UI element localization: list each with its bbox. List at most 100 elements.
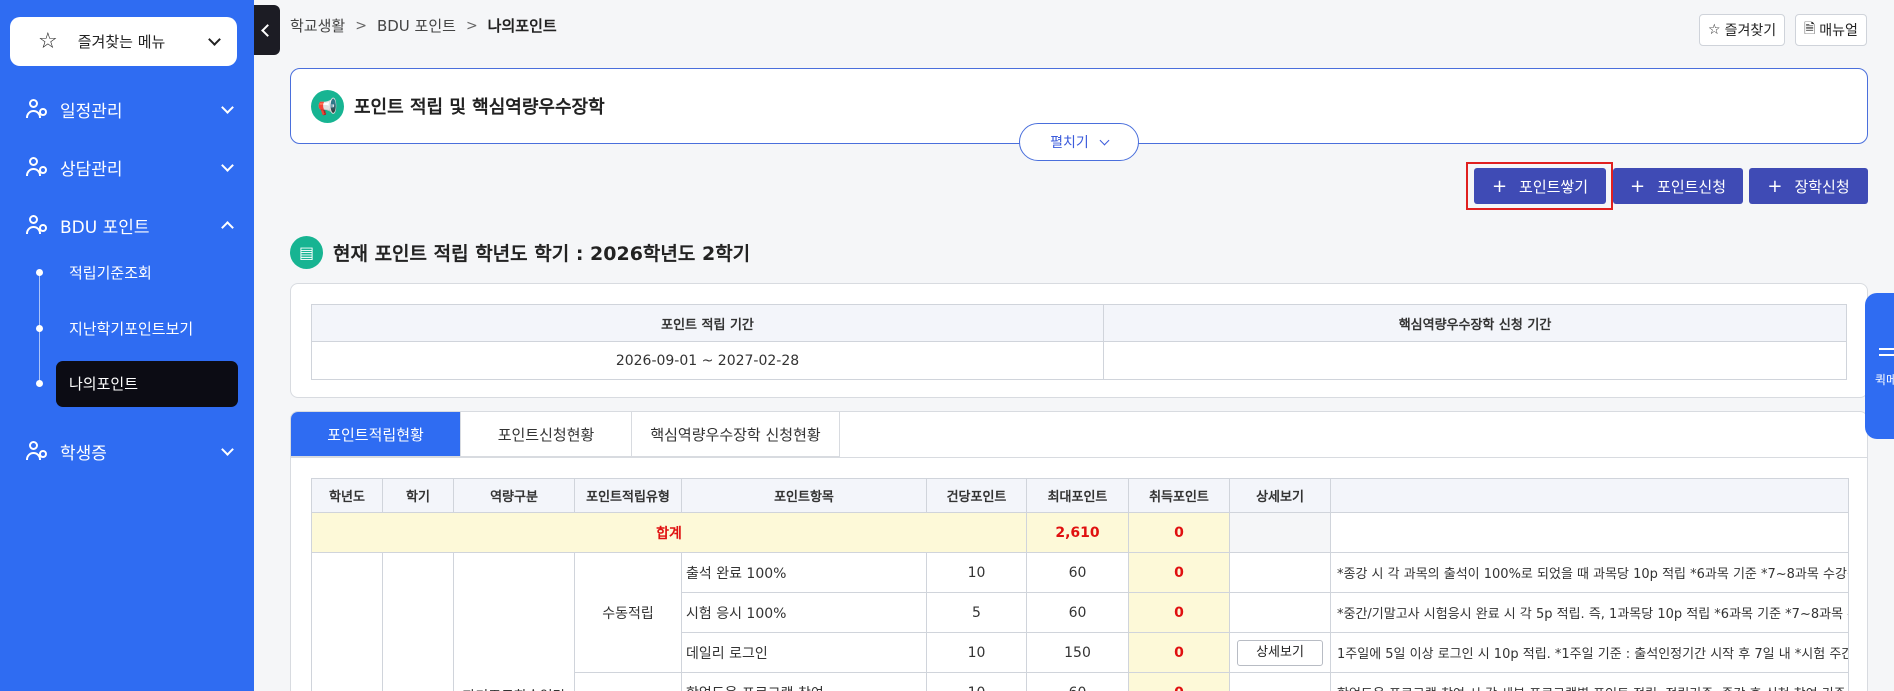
sidebar-item-student-id[interactable]: 학생증 <box>26 436 234 466</box>
column-header: 건당포인트 <box>926 478 1027 513</box>
sidebar-item-label: 학생증 <box>60 443 107 464</box>
quick-menu-tab[interactable]: 퀵메 <box>1865 293 1894 439</box>
period-header: 핵심역량우수장학 신청 기간 <box>1103 304 1847 342</box>
notice-title: 포인트 적립 및 핵심역량우수장학 <box>354 97 605 118</box>
tab-bar: 포인트적립현황 포인트신청현황 핵심역량우수장학 신청현황 <box>291 412 840 458</box>
max-point-cell: 60 <box>1026 552 1129 593</box>
manual-button[interactable]: 🗎 매뉴얼 <box>1795 14 1867 46</box>
per-point-cell: 10 <box>926 672 1027 691</box>
period-panel: 포인트 적립 기간 핵심역량우수장학 신청 기간 2026-09-01 ~ 20… <box>290 283 1868 398</box>
earned-point-cell: 0 <box>1128 552 1230 593</box>
chevron-down-icon <box>221 158 234 172</box>
detail-cell: 상세보기 <box>1229 632 1331 673</box>
section-title: ▤ 현재 포인트 적립 학년도 학기 : 2026학년도 2학기 <box>290 236 750 269</box>
column-header: 상세보기 <box>1229 478 1331 513</box>
column-header: 학기 <box>382 478 454 513</box>
expand-button[interactable]: 펼치기 <box>1019 123 1139 161</box>
document-icon: 🗎 <box>1804 21 1816 37</box>
favorite-button[interactable]: ☆ 즐겨찾기 <box>1699 14 1786 46</box>
sidebar-collapse-button[interactable] <box>254 5 280 55</box>
max-point-cell: 60 <box>1026 592 1129 633</box>
table-header-row: 학년도 학기 역량구분 포인트적립유형 포인트항목 건당포인트 최대포인트 취득… <box>311 478 1849 513</box>
chevron-down-icon <box>221 442 234 456</box>
submenu-item-label: 적립기준조회 <box>69 263 152 282</box>
apply-points-label: 포인트신청 <box>1657 177 1727 196</box>
type-cell <box>574 672 682 691</box>
period-table: 포인트 적립 기간 핵심역량우수장학 신청 기간 2026-09-01 ~ 20… <box>311 304 1847 380</box>
detail-cell <box>1229 552 1331 593</box>
column-header: 학년도 <box>311 478 383 513</box>
chevron-down-icon <box>1099 135 1110 145</box>
item-cell: 시험 응시 100% <box>681 592 927 633</box>
megaphone-icon: 📢 <box>311 89 344 123</box>
user-search-icon <box>26 214 50 236</box>
earned-point-cell: 0 <box>1128 672 1230 691</box>
sidebar-item-counseling[interactable]: 상담관리 <box>26 152 234 182</box>
description-cell: 학업도움 프로그램 참여 시 각 세부 프로그램별 포인트 적립. 적립기준, … <box>1330 672 1849 691</box>
chevron-left-icon <box>260 23 274 37</box>
user-search-icon <box>26 98 50 120</box>
total-max: 2,610 <box>1026 512 1129 553</box>
plus-icon: + <box>1629 175 1646 197</box>
column-header: 역량구분 <box>453 478 575 513</box>
table-row: 자기주도학습역량 수동적립 출석 완료 100% 10 60 0 *종강 시 각… <box>311 552 1849 691</box>
period-value: 2026-09-01 ~ 2027-02-28 <box>311 341 1104 380</box>
star-icon: ☆ <box>1708 22 1721 38</box>
column-header <box>1330 478 1849 513</box>
favorites-menu-button[interactable]: ☆ 즐겨찾는 메뉴 <box>10 17 237 66</box>
year-cell <box>311 552 383 691</box>
competency-cell: 자기주도학습역량 <box>453 552 575 691</box>
highlight-box <box>1466 162 1613 210</box>
bullet-icon <box>36 268 43 276</box>
item-cell: 학업도움 프로그램 참여 <box>681 672 927 691</box>
breadcrumb-item[interactable]: 학교생활 <box>290 15 345 36</box>
description-cell: *종강 시 각 과목의 출석이 100%로 되었을 때 과목당 10p 적립 *… <box>1330 552 1849 593</box>
column-header: 포인트항목 <box>681 478 927 513</box>
earned-point-cell: 0 <box>1128 592 1230 633</box>
tab-earned-status[interactable]: 포인트적립현황 <box>291 412 461 457</box>
detail-button[interactable]: 상세보기 <box>1237 639 1323 666</box>
apply-points-button[interactable]: + 포인트신청 <box>1613 168 1743 204</box>
chevron-down-icon <box>221 100 234 114</box>
sidebar-item-bdu-point[interactable]: BDU 포인트 <box>26 210 234 240</box>
scholarship-apply-label: 장학신청 <box>1794 177 1850 196</box>
period-header: 포인트 적립 기간 <box>311 304 1104 342</box>
max-point-cell: 60 <box>1026 672 1129 691</box>
points-table: 학년도 학기 역량구분 포인트적립유형 포인트항목 건당포인트 최대포인트 취득… <box>311 478 1849 691</box>
sidebar-item-label: BDU 포인트 <box>60 217 150 238</box>
empty-cell <box>1330 512 1849 553</box>
quick-menu-label: 퀵메 <box>1875 373 1894 387</box>
submenu-item-label: 지난학기포인트보기 <box>69 319 194 338</box>
item-cell: 출석 완료 100% <box>681 552 927 593</box>
chevron-right-icon: > <box>355 17 367 34</box>
section-title-text: 현재 포인트 적립 학년도 학기 : 2026학년도 2학기 <box>333 243 751 265</box>
scholarship-apply-button[interactable]: + 장학신청 <box>1749 168 1868 204</box>
favorite-label: 즐겨찾기 <box>1724 23 1777 39</box>
semester-cell <box>382 552 454 691</box>
earned-point-cell: 0 <box>1128 632 1230 673</box>
user-search-icon <box>26 156 50 178</box>
empty-cell <box>1229 512 1331 553</box>
max-point-cell: 150 <box>1026 632 1129 673</box>
description-cell: 1주일에 5일 이상 로그인 시 10p 적립. *1주일 기준 : 출석인정기… <box>1330 632 1849 673</box>
submenu-item-my-points[interactable]: 나의포인트 <box>36 361 238 407</box>
submenu-item-past-points[interactable]: 지난학기포인트보기 <box>36 306 238 350</box>
sidebar-item-schedule[interactable]: 일정관리 <box>26 94 234 124</box>
chevron-right-icon: > <box>465 17 478 34</box>
per-point-cell: 5 <box>926 592 1027 633</box>
breadcrumb-item[interactable]: BDU 포인트 <box>377 15 456 36</box>
detail-cell <box>1229 672 1331 691</box>
period-value <box>1103 341 1847 380</box>
total-earned: 0 <box>1128 512 1230 553</box>
chevron-up-icon <box>221 220 234 234</box>
per-point-cell: 10 <box>926 552 1027 593</box>
document-list-icon: ▤ <box>290 236 323 269</box>
tab-scholarship-status[interactable]: 핵심역량우수장학 신청현황 <box>632 412 840 457</box>
column-header: 최대포인트 <box>1026 478 1129 513</box>
plus-icon: + <box>1767 175 1783 197</box>
submenu-item-criteria[interactable]: 적립기준조회 <box>36 250 238 294</box>
description-cell: *중간/기말고사 시험응시 완료 시 각 5p 적립. 즉, 1과목당 10p … <box>1330 592 1849 633</box>
star-icon: ☆ <box>38 28 58 54</box>
type-cell: 수동적립 <box>574 552 682 673</box>
tab-application-status[interactable]: 포인트신청현황 <box>461 412 632 457</box>
